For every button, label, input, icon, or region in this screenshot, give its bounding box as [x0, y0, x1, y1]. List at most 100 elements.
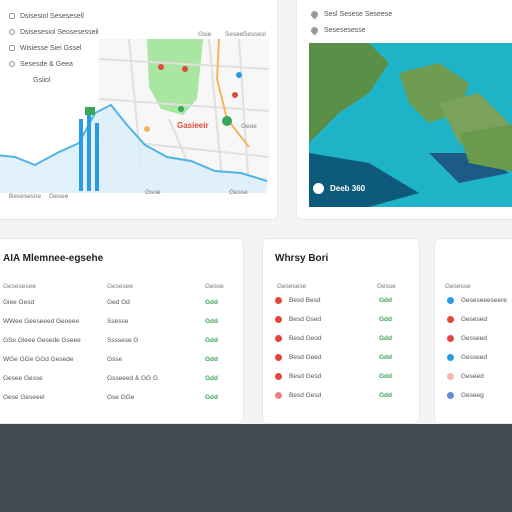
table-header: Gesesse: [445, 283, 471, 290]
status-name: Besd Geod: [289, 335, 322, 342]
map-label: Gsie: [198, 31, 212, 38]
legend-label: Dsisesiol Sesesesell: [20, 12, 84, 20]
legend-item[interactable]: Dsisesesiol Seosesesseil: [9, 27, 99, 37]
right-item-name: Geseed: [461, 373, 484, 380]
table-header: Gesesesee: [3, 283, 36, 290]
legend-item[interactable]: Sesesde & Geea: [9, 59, 73, 69]
footer-label: Besesesne: [9, 192, 42, 200]
card-title: Whrsy Bori: [275, 253, 329, 264]
pin-icon: [309, 9, 320, 19]
satellite-map-card: Sesl Sesese Seseese Sesesesesse Deeb 360: [296, 0, 512, 220]
status-value: Gdd: [379, 316, 392, 323]
status-dot-icon: [275, 354, 282, 361]
table-cell-value: Gsse: [107, 356, 123, 363]
table-cell-status: Gdd: [205, 318, 218, 325]
table-cell-name: WWee Geeseeed Geoeee: [3, 318, 80, 325]
legend-item[interactable]: Sesl Sesese Seseese: [309, 9, 393, 19]
legend-label: Sesesesesse: [324, 26, 366, 34]
status-value: Gdd: [379, 392, 392, 399]
map-pin-icon[interactable]: [232, 92, 238, 98]
status-name: Besd Besd: [289, 297, 321, 304]
chart-bar: [87, 113, 91, 191]
gear-icon: [9, 29, 15, 35]
legend-item[interactable]: Sesesesesse: [309, 25, 366, 35]
right-card: Gesesse Geseseeeseere Gesesed Gesseed Gesse…: [434, 238, 512, 424]
trend-chart: [0, 103, 268, 193]
chart-bar: [79, 119, 83, 191]
table-cell-value: Ssssese G: [107, 337, 139, 344]
legend-label: Gsiiol: [33, 76, 51, 84]
table-cell-name: Gesee Gesse: [3, 375, 43, 382]
chart-marker: [85, 107, 95, 115]
chart-footer: Besesesne Gesee: [9, 191, 68, 201]
table-cell-value: Gsseeed & GG G: [107, 375, 158, 382]
legend-label: Dsisesesiol Seosesesseil: [20, 28, 99, 36]
right-item-name: Gesesed: [461, 316, 488, 323]
status-name: Besd Gsed: [289, 316, 322, 323]
status-name: Besd Gesd: [289, 392, 322, 399]
status-name: Besd Geed: [289, 354, 322, 361]
status-dot-icon: [275, 297, 282, 304]
table-header: Gesse: [377, 283, 396, 290]
right-item-name: Gesseed: [461, 354, 488, 361]
legend-label: Sesesde & Geea: [20, 60, 73, 68]
status-dot-icon: [447, 316, 454, 323]
status-value: Gdd: [379, 297, 392, 304]
status-card: Whrsy Bori Gesesese Gesse Besd Besd Gdd Be…: [262, 238, 420, 424]
table-title: AIA Mlemnee-egsehe: [3, 253, 104, 264]
table-card: AIA Mlemnee-egsehe Gesesesee Gesesee Ges…: [0, 238, 244, 424]
status-dot-icon: [275, 316, 282, 323]
map-label: Sessesl: [243, 31, 266, 38]
map-chart-card: Dsisesiol Sesesesell Dsisesesiol Seosese…: [0, 0, 278, 220]
status-value: Gdd: [379, 373, 392, 380]
table-cell-status: Gdd: [205, 356, 218, 363]
satellite-caption[interactable]: Deeb 360: [313, 183, 365, 194]
status-dot-icon: [447, 335, 454, 342]
map-pin-icon[interactable]: [158, 64, 164, 70]
status-dot-icon: [447, 354, 454, 361]
status-dot-icon: [275, 335, 282, 342]
pin-icon: [309, 25, 320, 35]
table-cell-status: Gdd: [205, 394, 218, 401]
footer-band: [0, 424, 512, 512]
table-cell-name: Giee Gesd: [3, 299, 35, 306]
table-cell-status: Gdd: [205, 375, 218, 382]
satellite-caption-text: Deeb 360: [330, 184, 366, 193]
table-cell-status: Gdd: [205, 299, 218, 306]
legend-item[interactable]: Wisiesse Siei Gssel: [9, 43, 81, 53]
right-item-name: Geseeg: [461, 392, 484, 399]
record-icon: [313, 183, 324, 194]
legend-label: Wisiesse Siei Gssel: [20, 44, 82, 52]
table-header: Gesesese: [277, 283, 307, 290]
map-pin-icon[interactable]: [182, 66, 188, 72]
status-dot-icon: [275, 392, 282, 399]
table-header: Gesse: [205, 283, 224, 290]
map-pin-icon[interactable]: [236, 72, 242, 78]
legend-item[interactable]: Gsiiol: [33, 75, 51, 85]
status-value: Gdd: [379, 354, 392, 361]
status-value: Gdd: [379, 335, 392, 342]
table-cell-status: Gdd: [205, 337, 218, 344]
status-name: Besd Gesd: [289, 373, 322, 380]
status-dot-icon: [447, 373, 454, 380]
table-cell-value: Gse GGe: [107, 394, 135, 401]
status-dot-icon: [447, 392, 454, 399]
status-dot-icon: [447, 297, 454, 304]
chart-bar: [95, 123, 99, 191]
grid-icon: [9, 13, 15, 19]
footer-label: Gsoe: [145, 189, 161, 196]
status-dot-icon: [275, 373, 282, 380]
right-item-name: Gesseed: [461, 335, 488, 342]
map-label: Sesee: [225, 31, 244, 38]
table-cell-value: Ssesse: [107, 318, 129, 325]
legend-item[interactable]: Dsisesiol Sesesesell: [9, 11, 84, 21]
hexagon-icon: [9, 45, 15, 51]
table-cell-name: Gese Geseeel: [3, 394, 45, 401]
footer-label: Gesse: [229, 189, 248, 196]
table-cell-name: GSe Gleee Gesede Gseee: [3, 337, 81, 344]
table-header: Gesesee: [107, 283, 134, 290]
footer-label: Gesee: [49, 192, 69, 200]
right-item-name: Geseseeeseere: [461, 297, 507, 304]
legend-label: Sesl Sesese Seseese: [324, 10, 393, 18]
table-cell-value: Ged Gd: [107, 299, 130, 306]
